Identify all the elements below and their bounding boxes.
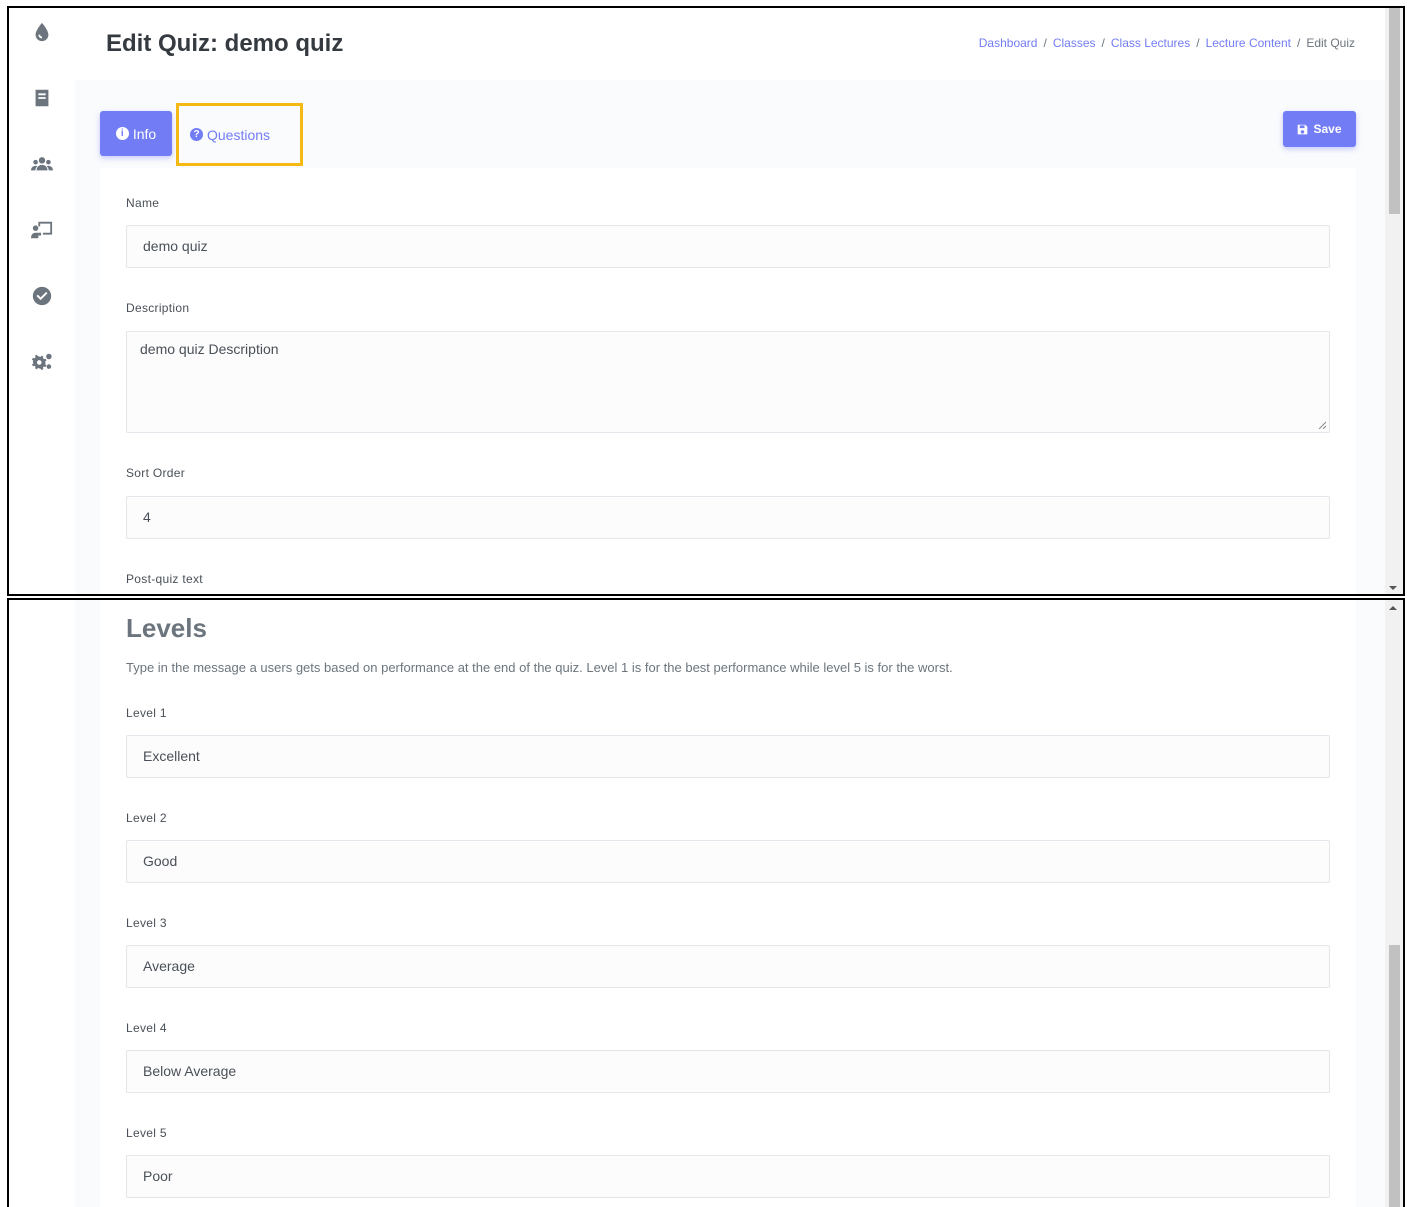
levels-title: Levels	[126, 613, 207, 643]
name-input[interactable]: demo quiz	[126, 225, 1330, 268]
description-label: Description	[126, 301, 190, 315]
level-3-label: Level 3	[126, 916, 167, 930]
breadcrumb-lecture-content[interactable]: Lecture Content	[1206, 36, 1291, 50]
scrollbar[interactable]	[1385, 8, 1403, 594]
topbar: Edit Quiz: demo quiz Dashboard / Classes…	[75, 8, 1385, 80]
tab-info[interactable]: i Info	[100, 111, 172, 156]
quiz-info-card: Name demo quiz Description demo quiz Des…	[100, 168, 1356, 594]
tab-questions-label: Questions	[207, 126, 271, 143]
question-circle-icon: ?	[190, 128, 203, 141]
check-circle-icon[interactable]	[27, 281, 57, 311]
save-button[interactable]: Save	[1283, 111, 1356, 147]
breadcrumb-dashboard[interactable]: Dashboard	[979, 36, 1038, 50]
info-circle-icon: i	[115, 127, 129, 140]
breadcrumb-classes[interactable]: Classes	[1053, 36, 1096, 50]
sidebar	[9, 600, 75, 1207]
sort-order-label: Sort Order	[126, 466, 186, 480]
breadcrumb-current: Edit Quiz	[1306, 36, 1355, 50]
level-2-label: Level 2	[126, 811, 167, 825]
levels-description: Type in the message a users gets based o…	[126, 660, 953, 675]
levels-card: Levels Type in the message a users gets …	[100, 600, 1356, 1207]
description-text: demo quiz Description	[140, 341, 279, 357]
top-panel: Edit Quiz: demo quiz Dashboard / Classes…	[7, 6, 1405, 596]
level-5-input[interactable]: Poor	[126, 1155, 1330, 1198]
level-1-label: Level 1	[126, 706, 167, 720]
breadcrumb: Dashboard / Classes / Class Lectures / L…	[979, 36, 1355, 50]
scrollbar[interactable]	[1385, 600, 1403, 1207]
level-2-input[interactable]: Good	[126, 840, 1330, 883]
level-1-input[interactable]: Excellent	[126, 735, 1330, 778]
breadcrumb-separator: /	[1296, 36, 1301, 50]
post-quiz-text-label: Post-quiz text	[126, 572, 203, 586]
tab-info-label: Info	[132, 125, 157, 142]
name-label: Name	[126, 196, 160, 210]
scroll-up-arrow[interactable]	[1389, 606, 1397, 610]
page-title: Edit Quiz: demo quiz	[106, 30, 344, 57]
drop-logo-icon[interactable]	[27, 17, 57, 47]
scroll-down-arrow[interactable]	[1389, 586, 1397, 590]
breadcrumb-separator: /	[1043, 36, 1047, 50]
users-icon[interactable]	[27, 149, 57, 179]
presentation-icon[interactable]	[27, 215, 57, 245]
level-4-input[interactable]: Below Average	[126, 1050, 1330, 1093]
save-button-label: Save	[1313, 122, 1342, 136]
scrollbar-thumb[interactable]	[1389, 945, 1400, 1207]
resize-handle-icon[interactable]	[1318, 421, 1326, 429]
level-5-label: Level 5	[126, 1126, 167, 1140]
book-icon[interactable]	[27, 83, 57, 113]
sort-order-input[interactable]: 4	[126, 496, 1330, 539]
tab-questions[interactable]: ? Questions	[176, 103, 303, 166]
gears-icon[interactable]	[27, 347, 57, 377]
breadcrumb-class-lectures[interactable]: Class Lectures	[1111, 36, 1190, 50]
sidebar	[9, 8, 75, 594]
description-textarea[interactable]: demo quiz Description	[126, 331, 1330, 433]
bottom-panel: Levels Type in the message a users gets …	[7, 598, 1405, 1207]
level-3-input[interactable]: Average	[126, 945, 1330, 988]
breadcrumb-separator: /	[1196, 36, 1200, 50]
level-4-label: Level 4	[126, 1021, 167, 1035]
floppy-disk-icon	[1298, 124, 1308, 134]
breadcrumb-separator: /	[1101, 36, 1105, 50]
scrollbar-thumb[interactable]	[1389, 8, 1400, 214]
